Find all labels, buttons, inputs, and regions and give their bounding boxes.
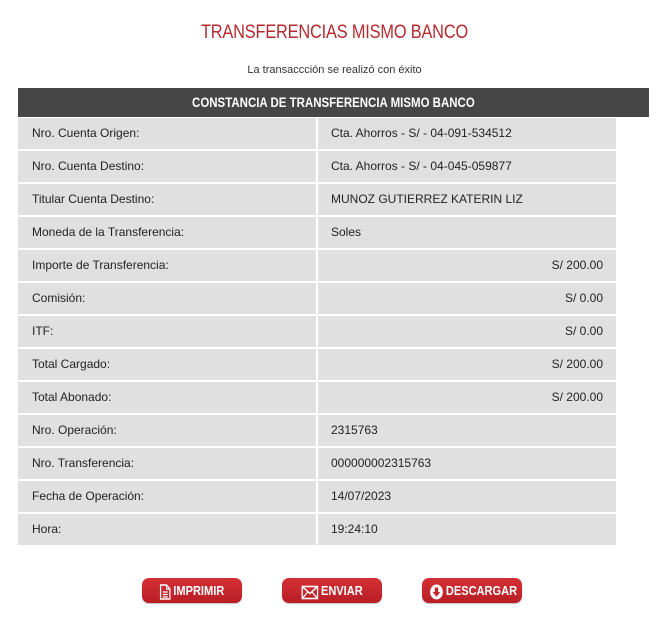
row-itf: ITF: S/ 0.00 — [18, 316, 616, 347]
action-bar: IMPRIMIR ENVIAR DESCARGAR — [0, 578, 669, 604]
page-title: TRANSFERENCIAS MISMO BANCO — [200, 22, 468, 43]
row-label: Importe de Transferencia: — [18, 250, 316, 281]
print-button[interactable]: IMPRIMIR — [142, 578, 242, 603]
row-total-credited: Total Abonado: S/ 200.00 — [18, 382, 616, 413]
row-total-charged: Total Cargado: S/ 200.00 — [18, 349, 616, 380]
document-icon — [159, 583, 171, 600]
row-value: S/ 200.00 — [318, 250, 616, 281]
row-value: 2315763 — [318, 415, 616, 446]
download-button[interactable]: DESCARGAR — [422, 578, 522, 603]
row-label: Moneda de la Transferencia: — [18, 217, 316, 248]
row-label: Total Abonado: — [18, 382, 316, 413]
row-label: Hora: — [18, 514, 316, 545]
row-operation-date: Fecha de Operación: 14/07/2023 — [18, 481, 616, 512]
row-value: MUNOZ GUTIERREZ KATERIN LIZ — [318, 184, 616, 215]
row-label: Comisión: — [18, 283, 316, 314]
row-time: Hora: 19:24:10 — [18, 514, 616, 545]
row-transfer-number: Nro. Transferencia: 000000002315763 — [18, 448, 616, 479]
row-label: Nro. Transferencia: — [18, 448, 316, 479]
send-button-label: ENVIAR — [320, 583, 363, 598]
row-label: Fecha de Operación: — [18, 481, 316, 512]
row-destination-holder: Titular Cuenta Destino: MUNOZ GUTIERREZ … — [18, 184, 616, 215]
row-commission: Comisión: S/ 0.00 — [18, 283, 616, 314]
row-value: S/ 0.00 — [318, 283, 616, 314]
row-label: Nro. Cuenta Origen: — [18, 118, 316, 149]
print-button-label: IMPRIMIR — [173, 583, 225, 598]
receipt-header: CONSTANCIA DE TRANSFERENCIA MISMO BANCO — [18, 88, 649, 117]
row-value: Soles — [318, 217, 616, 248]
row-origin-account: Nro. Cuenta Origen: Cta. Ahorros - S/ - … — [18, 118, 616, 149]
receipt-table: Nro. Cuenta Origen: Cta. Ahorros - S/ - … — [18, 118, 616, 547]
row-value: S/ 200.00 — [318, 382, 616, 413]
row-value: 14/07/2023 — [318, 481, 616, 512]
row-transfer-amount: Importe de Transferencia: S/ 200.00 — [18, 250, 616, 281]
row-value: 000000002315763 — [318, 448, 616, 479]
row-currency: Moneda de la Transferencia: Soles — [18, 217, 616, 248]
download-button-label: DESCARGAR — [445, 583, 518, 598]
success-message: La transaccción se realizó con éxito — [247, 64, 422, 76]
row-value: Cta. Ahorros - S/ - 04-045-059877 — [318, 151, 616, 182]
row-destination-account: Nro. Cuenta Destino: Cta. Ahorros - S/ -… — [18, 151, 616, 182]
row-value: 19:24:10 — [318, 514, 616, 545]
row-value: Cta. Ahorros - S/ - 04-091-534512 — [318, 118, 616, 149]
row-label: Titular Cuenta Destino: — [18, 184, 316, 215]
row-value: S/ 0.00 — [318, 316, 616, 347]
row-label: Total Cargado: — [18, 349, 316, 380]
row-operation-number: Nro. Operación: 2315763 — [18, 415, 616, 446]
envelope-icon — [301, 583, 319, 599]
receipt-header-label: CONSTANCIA DE TRANSFERENCIA MISMO BANCO — [192, 94, 475, 110]
row-label: ITF: — [18, 316, 316, 347]
download-arrow-icon — [430, 583, 444, 599]
row-label: Nro. Cuenta Destino: — [18, 151, 316, 182]
row-value: S/ 200.00 — [318, 349, 616, 380]
send-button[interactable]: ENVIAR — [282, 578, 382, 603]
row-label: Nro. Operación: — [18, 415, 316, 446]
